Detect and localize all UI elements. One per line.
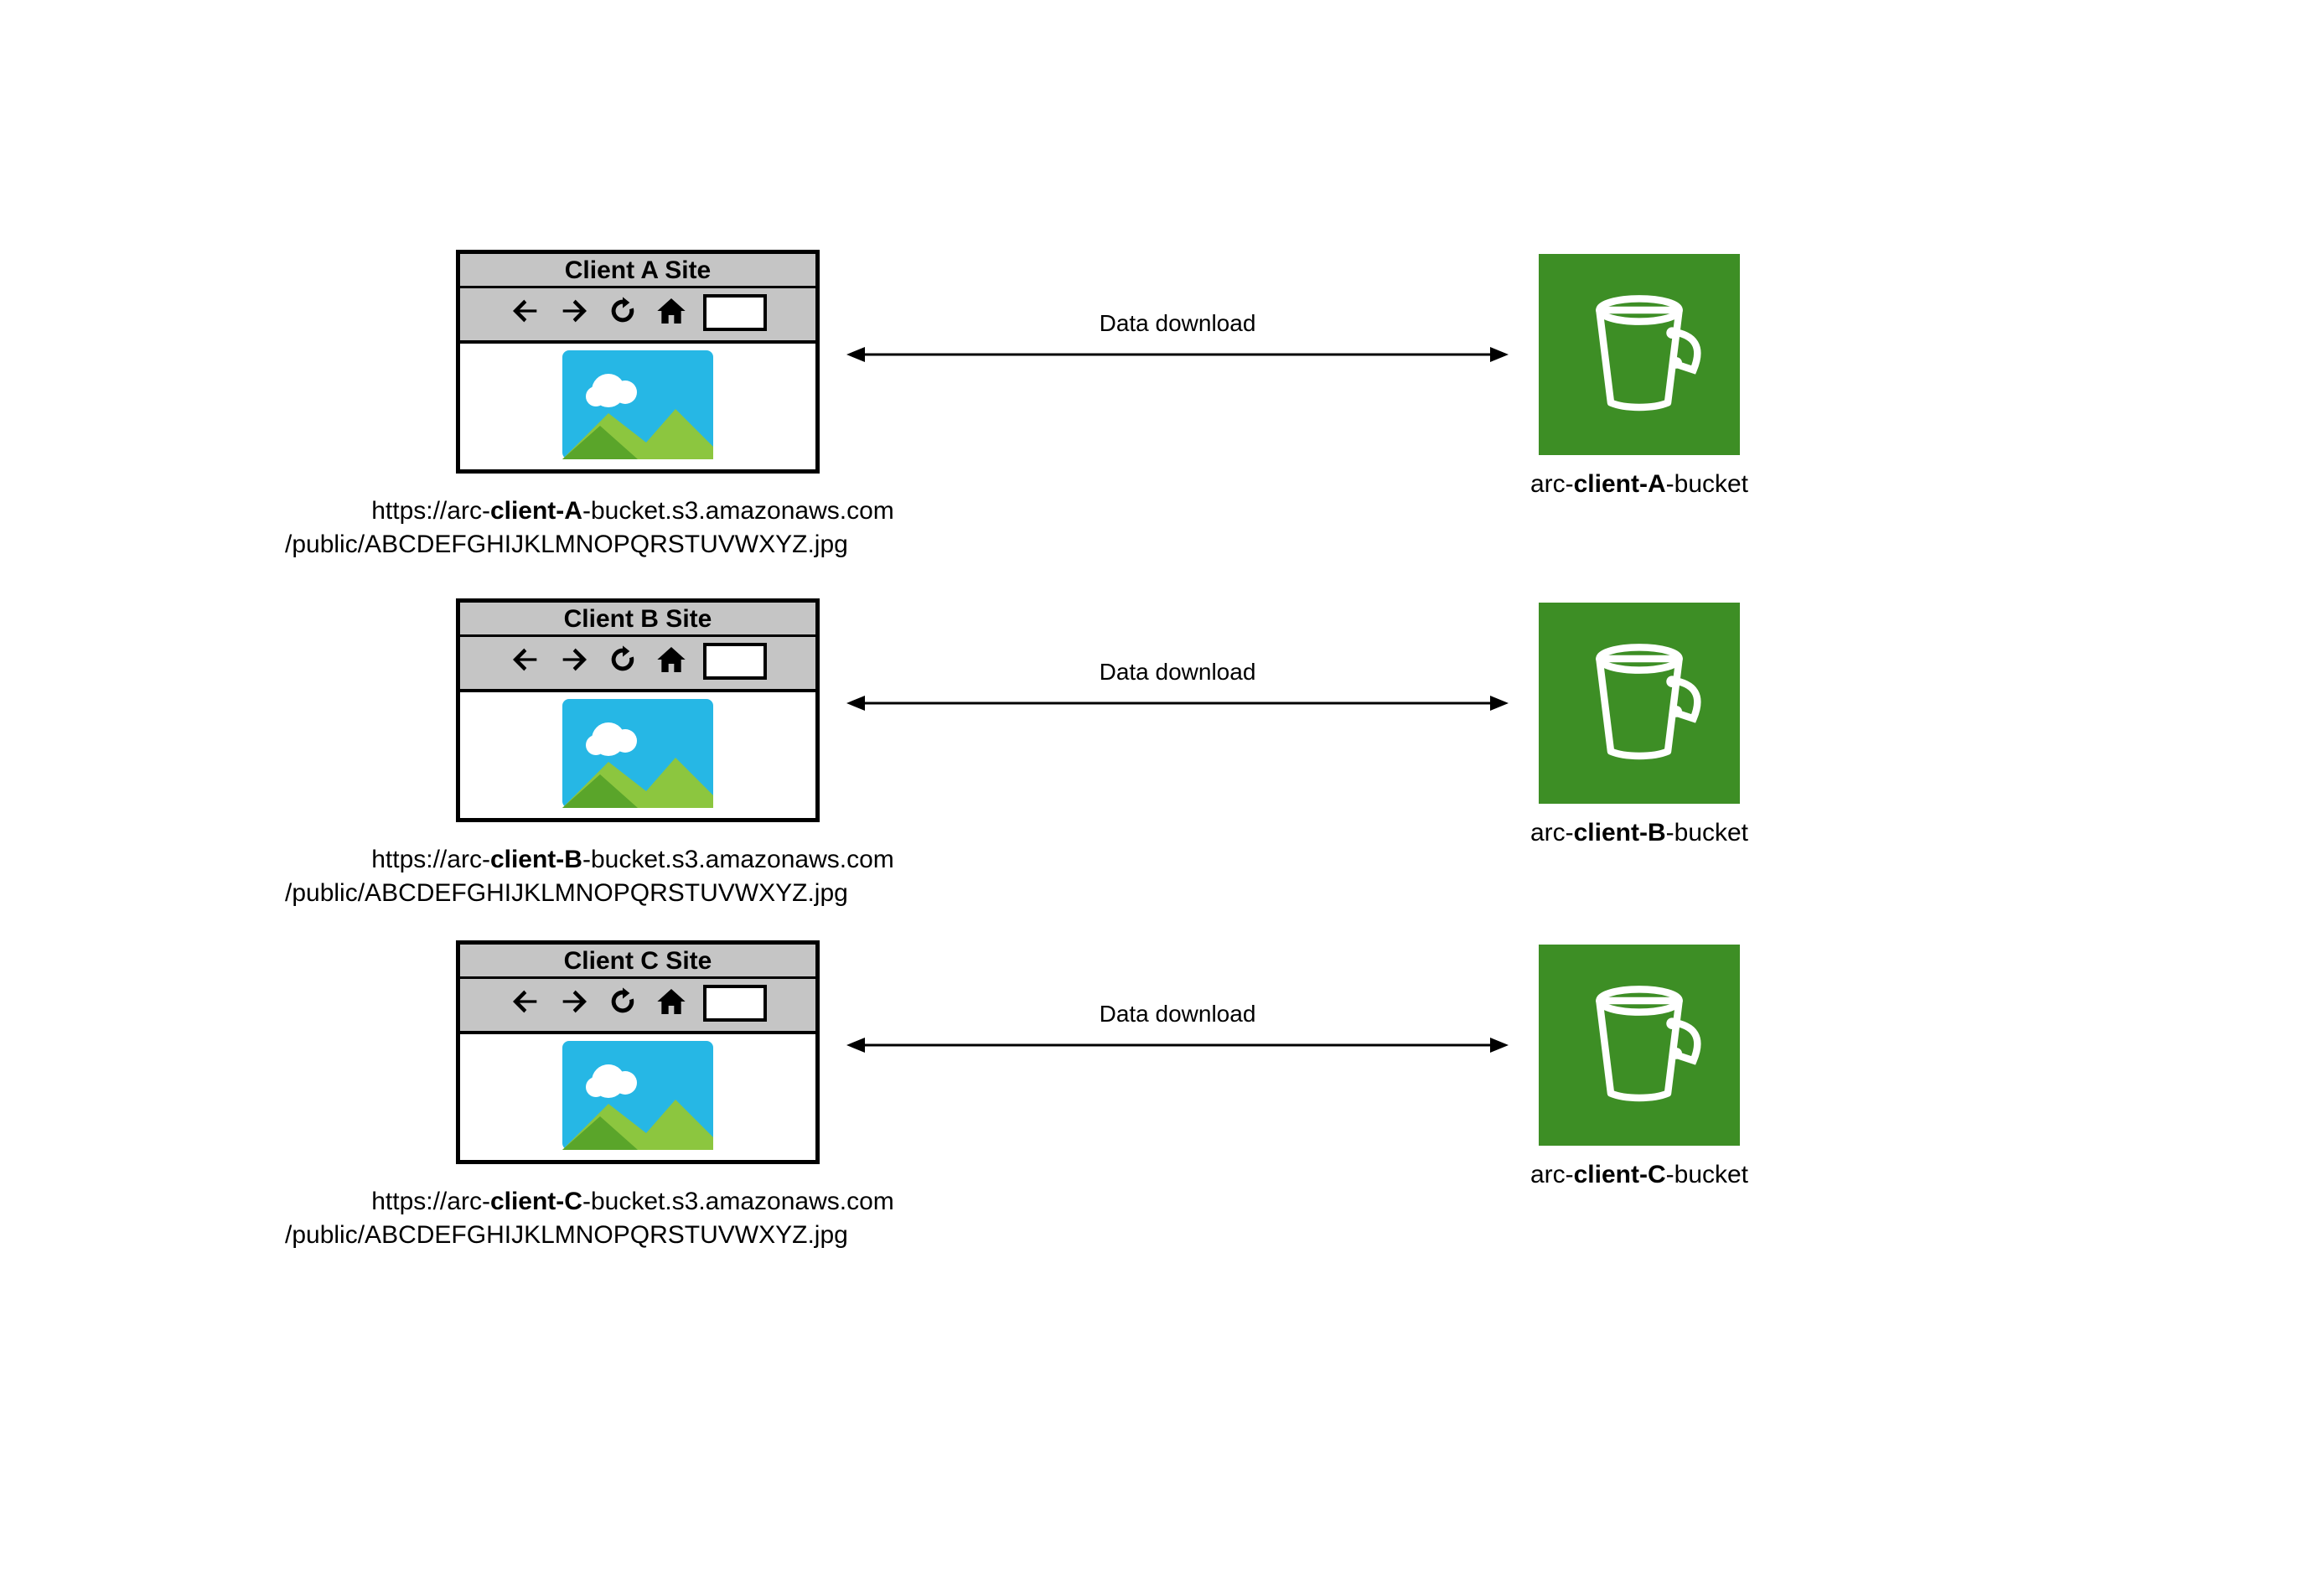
browser-viewport [460,344,815,469]
back-icon [509,643,542,681]
url-caption-2: https://arc-client-C-bucket.s3.amazonaws… [285,1185,981,1252]
picture-icon [562,350,713,463]
browser-title: Client B Site [460,603,815,637]
browser-toolbar [460,637,815,692]
back-icon [509,985,542,1022]
arrow-label-2: Data download [846,1001,1509,1028]
back-icon [509,294,542,332]
reload-icon [606,294,639,332]
forward-icon [557,985,591,1022]
home-icon [655,643,688,681]
browser-client-A: Client A Site [456,250,820,474]
address-bar [703,643,767,680]
address-bar [703,985,767,1022]
url-caption-1: https://arc-client-B-bucket.s3.amazonaws… [285,843,981,910]
browser-title: Client A Site [460,254,815,288]
browser-title: Client C Site [460,945,815,979]
bucket-label-1: arc-client-B-bucket [1488,816,1790,850]
bucket-icon [1568,282,1711,428]
browser-client-B: Client B Site [456,598,820,822]
home-icon [655,985,688,1022]
bucket-icon [1568,630,1711,777]
reload-icon [606,643,639,681]
browser-toolbar [460,288,815,344]
arrow-label-1: Data download [846,659,1509,686]
s3-bucket-1 [1539,603,1740,804]
home-icon [655,294,688,332]
arrow-label-0: Data download [846,310,1509,337]
reload-icon [606,985,639,1022]
s3-bucket-2 [1539,945,1740,1146]
picture-icon [562,699,713,812]
url-caption-0: https://arc-client-A-bucket.s3.amazonaws… [285,494,981,562]
bucket-label-2: arc-client-C-bucket [1488,1158,1790,1192]
data-flow-arrow-2 [846,1033,1509,1058]
browser-client-C: Client C Site [456,940,820,1164]
forward-icon [557,643,591,681]
s3-bucket-0 [1539,254,1740,455]
data-flow-arrow-0 [846,342,1509,367]
browser-viewport [460,1034,815,1160]
bucket-label-0: arc-client-A-bucket [1488,468,1790,501]
browser-viewport [460,692,815,818]
address-bar [703,294,767,331]
bucket-icon [1568,972,1711,1119]
browser-toolbar [460,979,815,1034]
picture-icon [562,1041,713,1154]
data-flow-arrow-1 [846,691,1509,716]
forward-icon [557,294,591,332]
